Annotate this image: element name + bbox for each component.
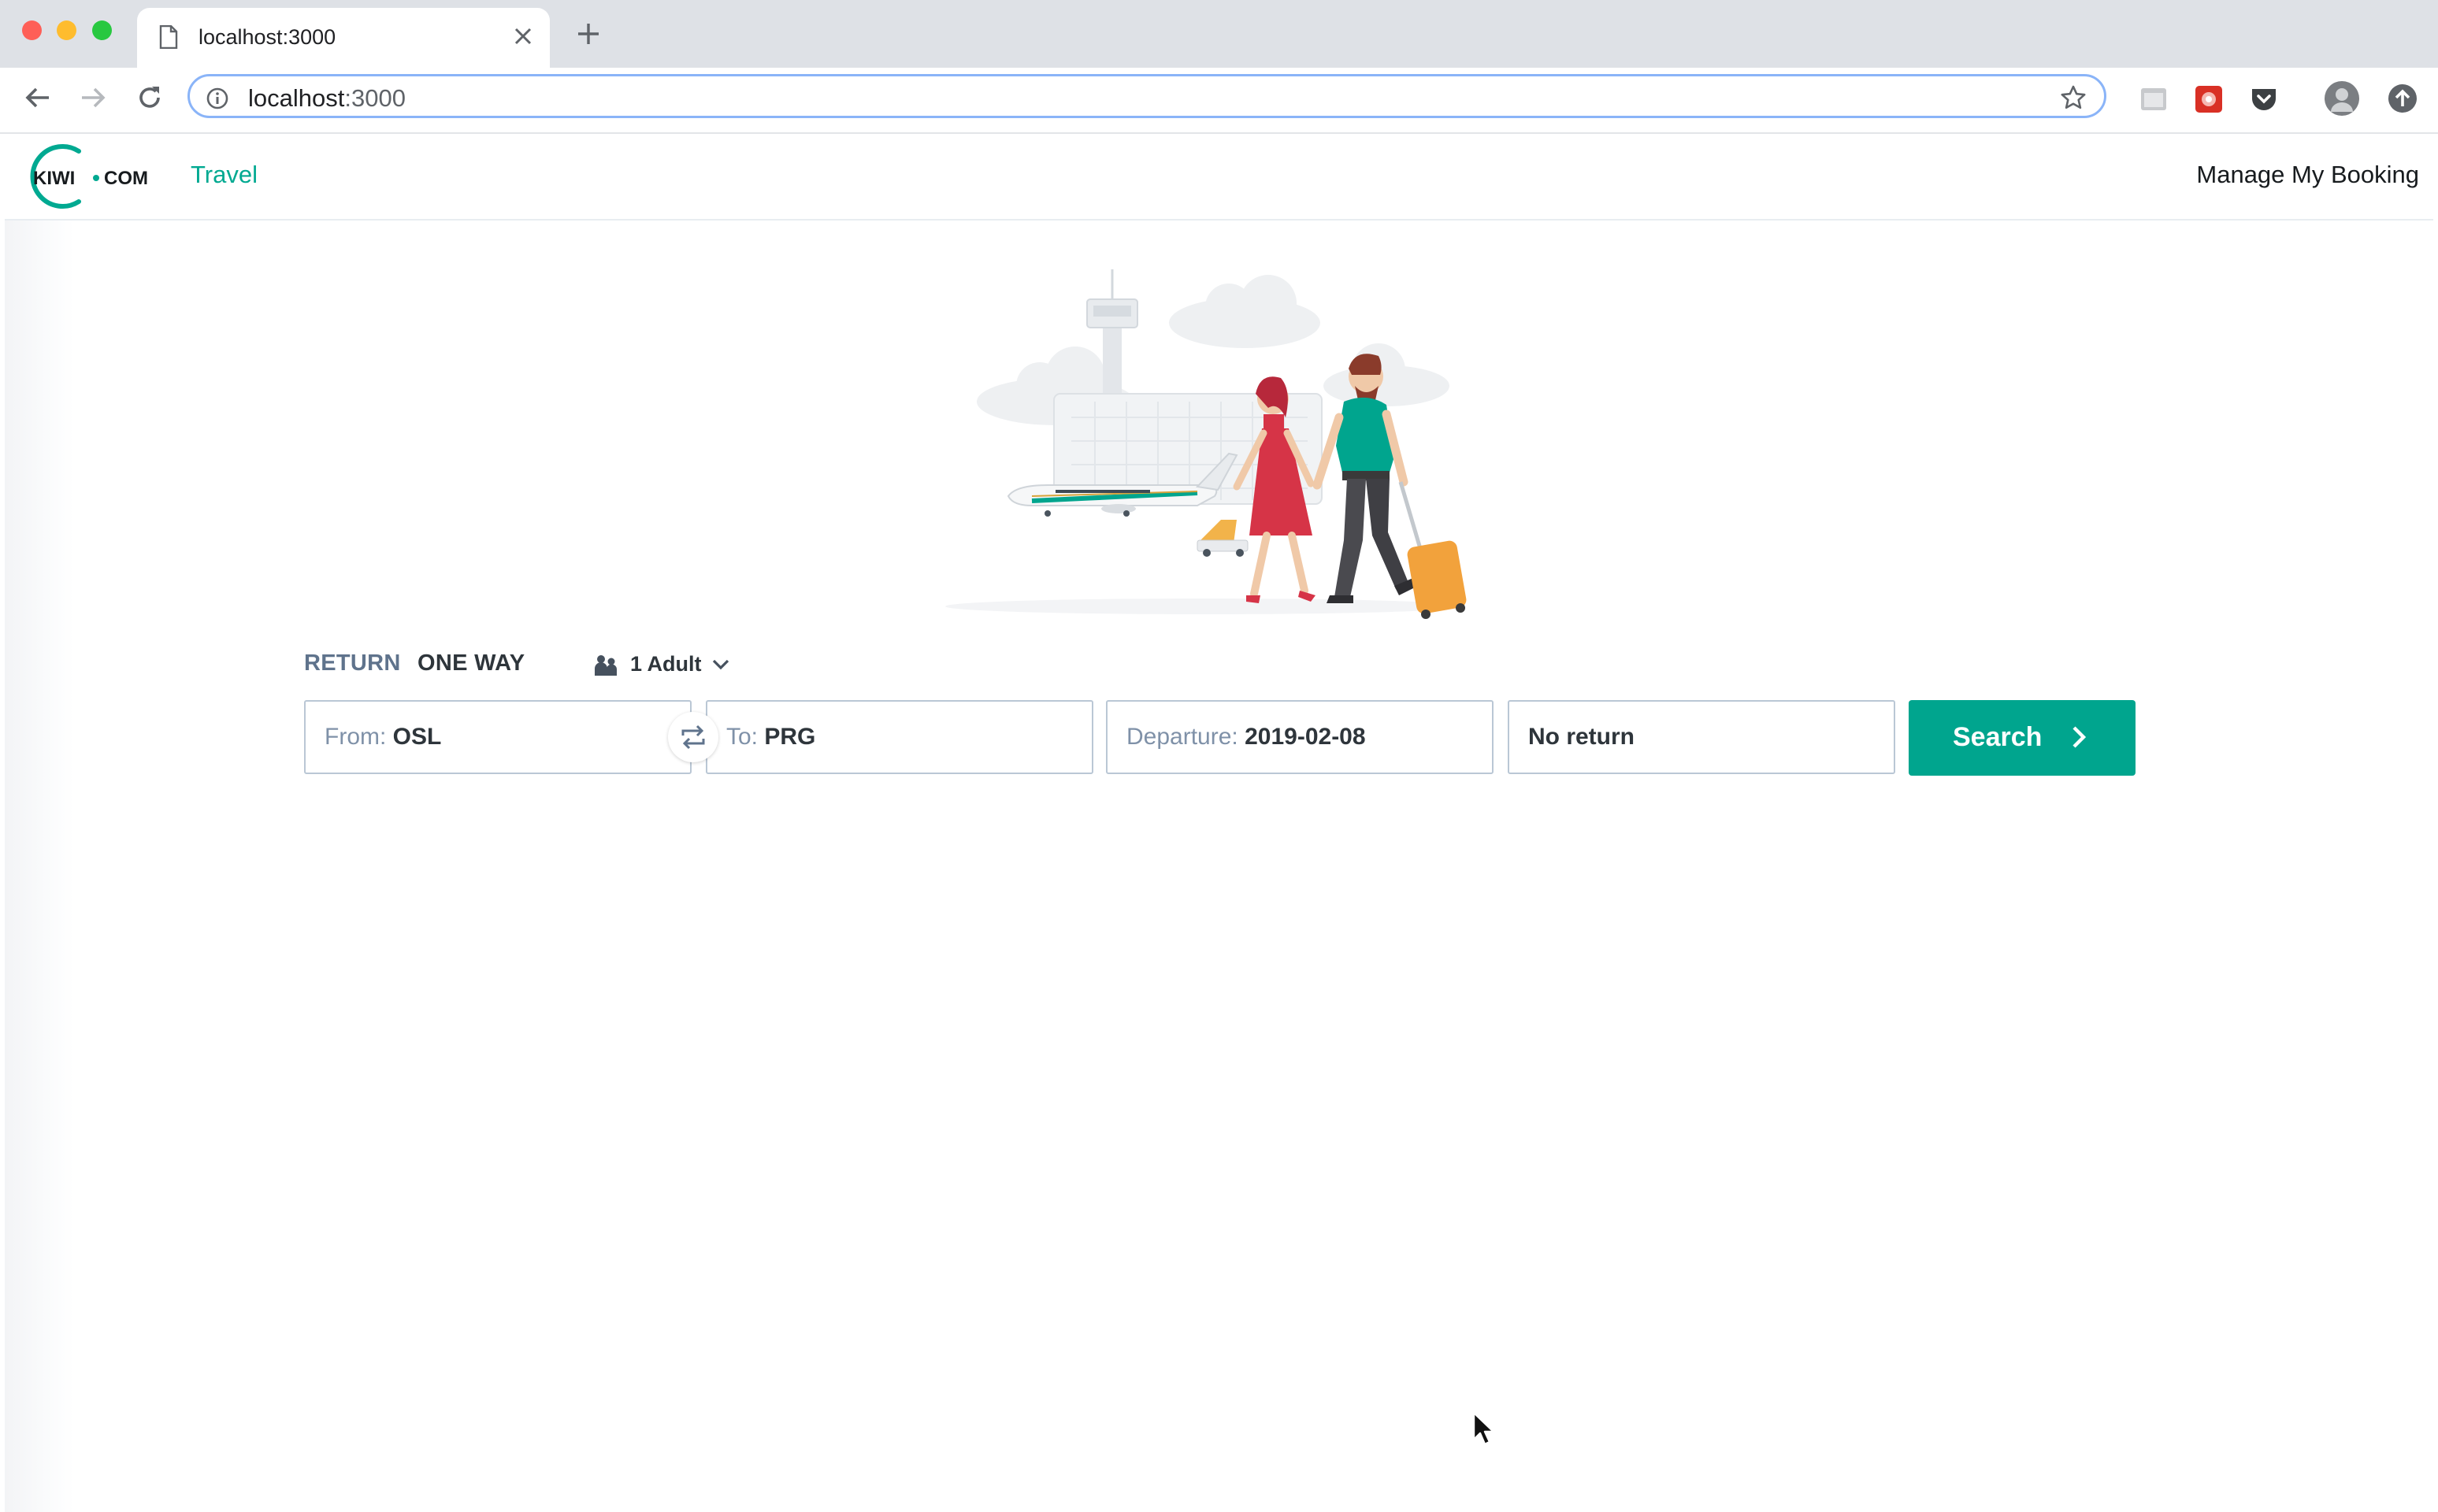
browser-tab[interactable]: localhost:3000	[137, 8, 550, 68]
search-button-label: Search	[1953, 722, 2043, 752]
passengers-label: 1 Adult	[630, 652, 702, 676]
to-label: To:	[726, 724, 759, 750]
info-icon[interactable]	[206, 87, 229, 114]
hero-illustration	[937, 260, 1489, 626]
browser-toolbar: localhost:3000	[0, 68, 2438, 134]
close-window-button[interactable]	[22, 20, 42, 40]
logo-text-com: COM	[104, 168, 148, 189]
search-button[interactable]: Search	[1909, 700, 2136, 776]
address-bar[interactable]: localhost:3000	[187, 74, 2106, 118]
chevron-down-icon	[712, 658, 729, 675]
departure-label: Departure:	[1126, 724, 1238, 750]
browser-tab-bar: localhost:3000	[0, 0, 2438, 68]
close-tab-icon[interactable]	[514, 27, 533, 50]
update-arrow-icon[interactable]	[2387, 83, 2418, 114]
trip-type-return-tab[interactable]: RETURN	[304, 650, 401, 676]
bookmark-star-icon[interactable]	[2060, 84, 2087, 115]
extension-red-icon[interactable]	[2195, 85, 2223, 113]
url-text: localhost:3000	[248, 84, 406, 113]
minimize-window-button[interactable]	[57, 20, 76, 40]
pocket-icon[interactable]	[2250, 85, 2278, 113]
from-value: OSL	[392, 724, 442, 750]
departure-value: 2019-02-08	[1245, 724, 1366, 750]
to-field[interactable]: To: PRG	[706, 700, 1093, 774]
manage-booking-link[interactable]: Manage My Booking	[2196, 161, 2419, 189]
new-tab-icon[interactable]	[577, 22, 600, 50]
return-date-field[interactable]: No return	[1508, 700, 1895, 774]
back-arrow-icon[interactable]	[24, 83, 52, 116]
forward-arrow-icon[interactable]	[79, 83, 107, 116]
reload-icon[interactable]	[135, 83, 164, 116]
maximize-window-button[interactable]	[92, 20, 112, 40]
to-value: PRG	[764, 724, 816, 750]
return-value: No return	[1528, 724, 1635, 750]
logo-text-kiwi: KIWI	[33, 168, 75, 189]
page-icon	[159, 24, 178, 53]
url-port: :3000	[344, 84, 406, 112]
site-header: KIWI COM Travel Manage My Booking	[5, 134, 2433, 220]
kiwi-logo[interactable]: KIWI COM	[22, 143, 156, 213]
profile-avatar-icon[interactable]	[2324, 80, 2360, 117]
nav-travel-link[interactable]: Travel	[191, 161, 258, 189]
swap-icon	[681, 724, 705, 750]
tab-title: localhost:3000	[199, 25, 336, 49]
from-label: From:	[325, 724, 387, 750]
url-host: localhost	[248, 84, 345, 112]
from-field[interactable]: From: OSL	[304, 700, 692, 774]
left-rail	[5, 220, 74, 1512]
extension-window-icon[interactable]	[2139, 85, 2168, 113]
passengers-icon	[592, 654, 619, 681]
chevron-right-icon	[2069, 724, 2088, 754]
trip-type-oneway-tab[interactable]: ONE WAY	[417, 650, 525, 676]
departure-date-field[interactable]: Departure: 2019-02-08	[1106, 700, 1494, 774]
mouse-cursor-icon	[1471, 1411, 1495, 1450]
swap-places-button[interactable]	[668, 712, 718, 762]
